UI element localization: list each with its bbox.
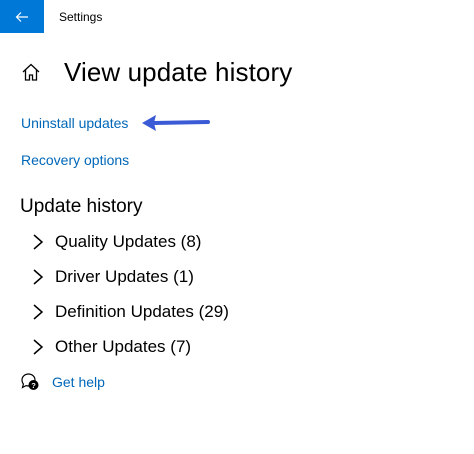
chevron-right-icon	[33, 233, 44, 250]
svg-text:?: ?	[31, 381, 36, 390]
page-header: View update history	[20, 54, 292, 90]
chevron-right-icon	[33, 303, 44, 320]
category-driver-updates[interactable]: Driver Updates (1)	[30, 259, 229, 294]
category-label: Other Updates (7)	[55, 336, 192, 356]
back-button[interactable]	[0, 0, 44, 33]
page-title: View update history	[64, 56, 293, 87]
category-definition-updates[interactable]: Definition Updates (29)	[30, 294, 229, 329]
uninstall-updates-link[interactable]: Uninstall updates	[21, 115, 128, 131]
chevron-right-icon	[33, 268, 44, 285]
help-chat-icon: ?	[21, 373, 39, 390]
category-label: Quality Updates (8)	[55, 231, 202, 251]
category-label: Driver Updates (1)	[55, 266, 194, 286]
category-label: Definition Updates (29)	[55, 301, 229, 321]
get-help-label: Get help	[52, 374, 105, 390]
back-arrow-icon	[15, 11, 28, 22]
chevron-right-icon	[33, 338, 44, 355]
category-other-updates[interactable]: Other Updates (7)	[30, 329, 229, 364]
title-bar: Settings	[0, 0, 474, 33]
update-category-list: Quality Updates (8) Driver Updates (1) D…	[30, 224, 229, 364]
annotation-arrow-icon	[142, 115, 210, 131]
get-help-link[interactable]: ? Get help	[20, 372, 105, 392]
home-icon[interactable]	[20, 61, 42, 83]
category-quality-updates[interactable]: Quality Updates (8)	[30, 224, 229, 259]
window-title: Settings	[59, 9, 103, 24]
recovery-options-link[interactable]: Recovery options	[21, 152, 129, 168]
update-history-heading: Update history	[20, 196, 143, 217]
